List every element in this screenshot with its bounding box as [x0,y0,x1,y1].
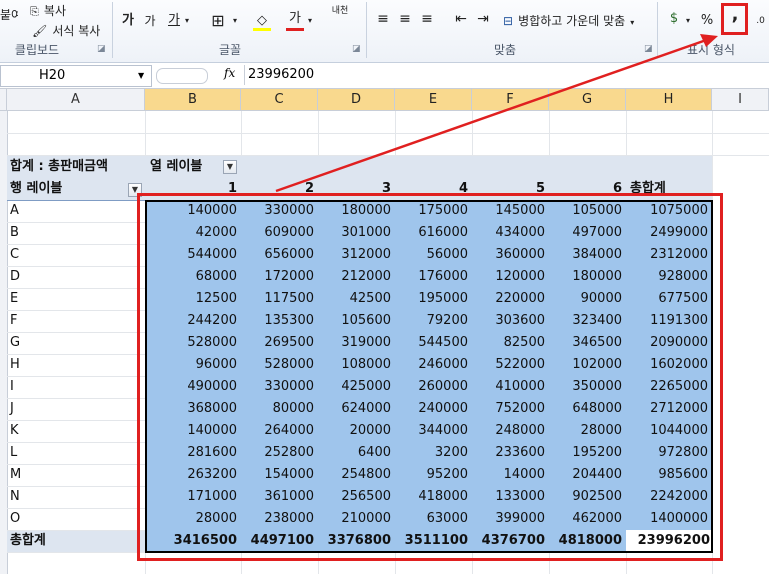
annotation-arrow [275,34,718,193]
